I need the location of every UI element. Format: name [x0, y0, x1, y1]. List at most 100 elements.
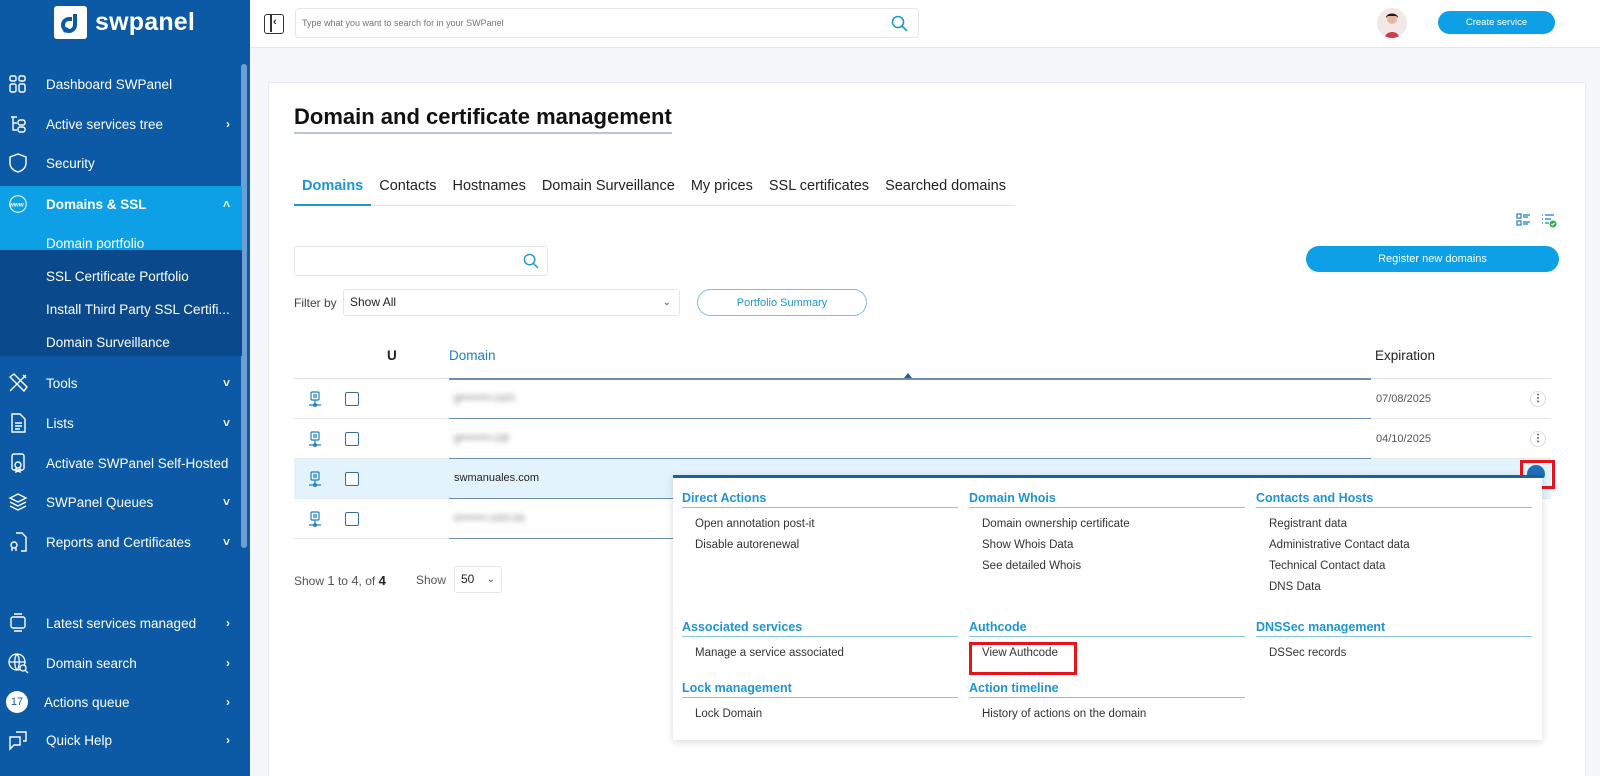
row-checkbox[interactable]	[345, 512, 359, 526]
sidebar-item-dashboard[interactable]: Dashboard SWPanel	[0, 64, 242, 104]
page-size-value: 50	[461, 572, 475, 586]
sidebar-item-label: Activate SWPanel Self-Hosted	[46, 455, 229, 471]
sidebar-item-actions-queue[interactable]: 17 Actions queue ›	[0, 682, 242, 722]
user-avatar[interactable]	[1377, 8, 1407, 38]
sidebar-item-reports-certificates[interactable]: Reports and Certificates ˅	[0, 522, 242, 562]
menu-group-domain-whois: Domain Whois Domain ownership certificat…	[969, 491, 1245, 572]
page-size-select[interactable]: 50 ⌄	[454, 566, 502, 593]
domain-search[interactable]	[294, 246, 548, 276]
menu-group-title: Authcode	[969, 620, 1245, 637]
network-icon[interactable]	[308, 511, 322, 533]
network-icon[interactable]	[308, 471, 322, 493]
sidebar-subitem-install-ssl[interactable]: Install Third Party SSL Certifi...	[46, 302, 230, 317]
tab-ssl-certificates[interactable]: SSL certificates	[761, 176, 877, 206]
page-size-label: Show	[416, 573, 447, 587]
tab-domain-surveillance[interactable]: Domain Surveillance	[534, 176, 683, 206]
menu-item-detailed-whois[interactable]: See detailed Whois	[969, 560, 1245, 572]
menu-item-ownership-certificate[interactable]: Domain ownership certificate	[969, 518, 1245, 530]
global-search-input[interactable]	[296, 9, 856, 37]
logo[interactable]: swpanel	[54, 6, 195, 39]
search-icon[interactable]	[523, 253, 539, 274]
row-actions-button[interactable]: ⋮	[1530, 391, 1546, 407]
global-search[interactable]	[295, 8, 919, 38]
list-view-icon[interactable]	[1516, 213, 1531, 233]
sidebar-subitem-ssl-portfolio[interactable]: SSL Certificate Portfolio	[46, 269, 189, 284]
domain-name[interactable]: swmanuales.com	[454, 472, 539, 484]
column-header-u[interactable]: U	[387, 348, 397, 363]
menu-group-title: Associated services	[682, 620, 958, 637]
row-checkbox[interactable]	[345, 472, 359, 486]
filter-value: Show All	[350, 295, 397, 309]
column-header-domain[interactable]: Domain	[449, 348, 496, 363]
menu-item-lock-domain[interactable]: Lock Domain	[682, 708, 958, 720]
menu-item-dns-data[interactable]: DNS Data	[1256, 581, 1532, 593]
tab-contacts[interactable]: Contacts	[371, 176, 444, 206]
network-icon[interactable]	[308, 391, 322, 413]
sidebar: swpanel Dashboard SWPanel Active service…	[0, 0, 250, 776]
sidebar-item-label: Reports and Certificates	[46, 534, 191, 550]
row-checkbox[interactable]	[345, 392, 359, 406]
tab-hostnames[interactable]: Hostnames	[444, 176, 533, 206]
chevron-right-icon: ›	[226, 616, 230, 630]
sidebar-item-active-services-tree[interactable]: Active services tree ›	[0, 104, 242, 144]
sidebar-subitem-domain-surveillance[interactable]: Domain Surveillance	[46, 335, 170, 350]
row-checkbox[interactable]	[345, 432, 359, 446]
sidebar-item-label: Dashboard SWPanel	[46, 76, 173, 92]
globe-search-icon	[7, 652, 29, 674]
chevron-down-icon: ⌄	[486, 574, 495, 585]
row-actions-button[interactable]: ⋮	[1530, 431, 1546, 447]
menu-item-admin-contact[interactable]: Administrative Contact data	[1256, 539, 1532, 551]
menu-item-open-annotation[interactable]: Open annotation post-it	[682, 518, 958, 530]
sort-ascending-icon[interactable]	[904, 373, 912, 378]
sidebar-item-label: Active services tree	[46, 116, 164, 132]
report-icon	[7, 531, 29, 553]
sidebar-subitem-domain-portfolio[interactable]: Domain portfolio	[46, 236, 144, 251]
register-new-domains-button[interactable]: Register new domains	[1306, 246, 1559, 272]
expiration-date: 04/10/2025	[1376, 433, 1432, 445]
tools-icon	[7, 372, 29, 394]
sidebar-item-label: Security	[46, 155, 95, 171]
search-icon[interactable]	[891, 15, 908, 37]
sidebar-item-domains-ssl[interactable]: www Domains & SSL ˄	[0, 186, 242, 222]
table-row[interactable]: g••••••••.com 07/08/2025 ⋮	[294, 379, 1551, 419]
domain-search-input[interactable]	[295, 247, 515, 275]
sidebar-item-security[interactable]: Security	[0, 143, 242, 183]
dashboard-icon	[7, 73, 29, 95]
network-icon[interactable]	[308, 431, 322, 453]
sidebar-item-latest-services[interactable]: Latest services managed ›	[0, 603, 242, 643]
portfolio-summary-button[interactable]: Portfolio Summary	[697, 289, 867, 316]
menu-item-registrant-data[interactable]: Registrant data	[1256, 518, 1532, 530]
domain-name[interactable]: s•••••••.com.es	[454, 512, 525, 524]
menu-group-title: Contacts and Hosts	[1256, 491, 1532, 508]
tab-my-prices[interactable]: My prices	[683, 176, 761, 206]
menu-item-disable-autorenewal[interactable]: Disable autorenewal	[682, 539, 958, 551]
menu-item-history-actions[interactable]: History of actions on the domain	[969, 708, 1245, 720]
sidebar-item-tools[interactable]: Tools ˅	[0, 363, 242, 403]
menu-item-tech-contact[interactable]: Technical Contact data	[1256, 560, 1532, 572]
filter-select[interactable]: Show All ⌄	[343, 289, 680, 316]
domain-name[interactable]: g••••••••.com	[454, 392, 515, 404]
actions-count-badge: 17	[6, 691, 28, 713]
menu-item-manage-associated[interactable]: Manage a service associated	[682, 647, 958, 659]
sidebar-item-lists[interactable]: Lists ˅	[0, 403, 242, 443]
sidebar-item-quick-help[interactable]: Quick Help ›	[0, 720, 242, 760]
sidebar-toggle-button[interactable]: ‹	[264, 14, 284, 34]
table-row[interactable]: g••••••••.cat 04/10/2025 ⋮	[294, 419, 1551, 459]
sidebar-item-activate-self-hosted[interactable]: Activate SWPanel Self-Hosted	[0, 443, 242, 483]
sidebar-item-label: Domain search	[46, 655, 137, 671]
menu-item-show-whois[interactable]: Show Whois Data	[969, 539, 1245, 551]
sidebar-item-swpanel-queues[interactable]: SWPanel Queues ˅	[0, 482, 242, 522]
menu-item-dssec-records[interactable]: DSSec records	[1256, 647, 1532, 659]
menu-group-dnssec: DNSSec management DSSec records	[1256, 620, 1532, 659]
document-icon	[7, 412, 29, 434]
chevron-down-icon: ˅	[222, 416, 230, 430]
column-header-expiration[interactable]: Expiration	[1375, 348, 1435, 363]
sidebar-item-domain-search[interactable]: Domain search ›	[0, 643, 242, 683]
tab-searched-domains[interactable]: Searched domains	[877, 176, 1014, 206]
checklist-view-icon[interactable]	[1541, 213, 1557, 233]
tab-domains[interactable]: Domains	[294, 176, 372, 206]
chevron-down-icon: ˅	[222, 376, 230, 390]
svg-text:www: www	[8, 202, 24, 209]
domain-name[interactable]: g••••••••.cat	[454, 432, 509, 444]
create-service-button[interactable]: Create service	[1438, 11, 1555, 34]
